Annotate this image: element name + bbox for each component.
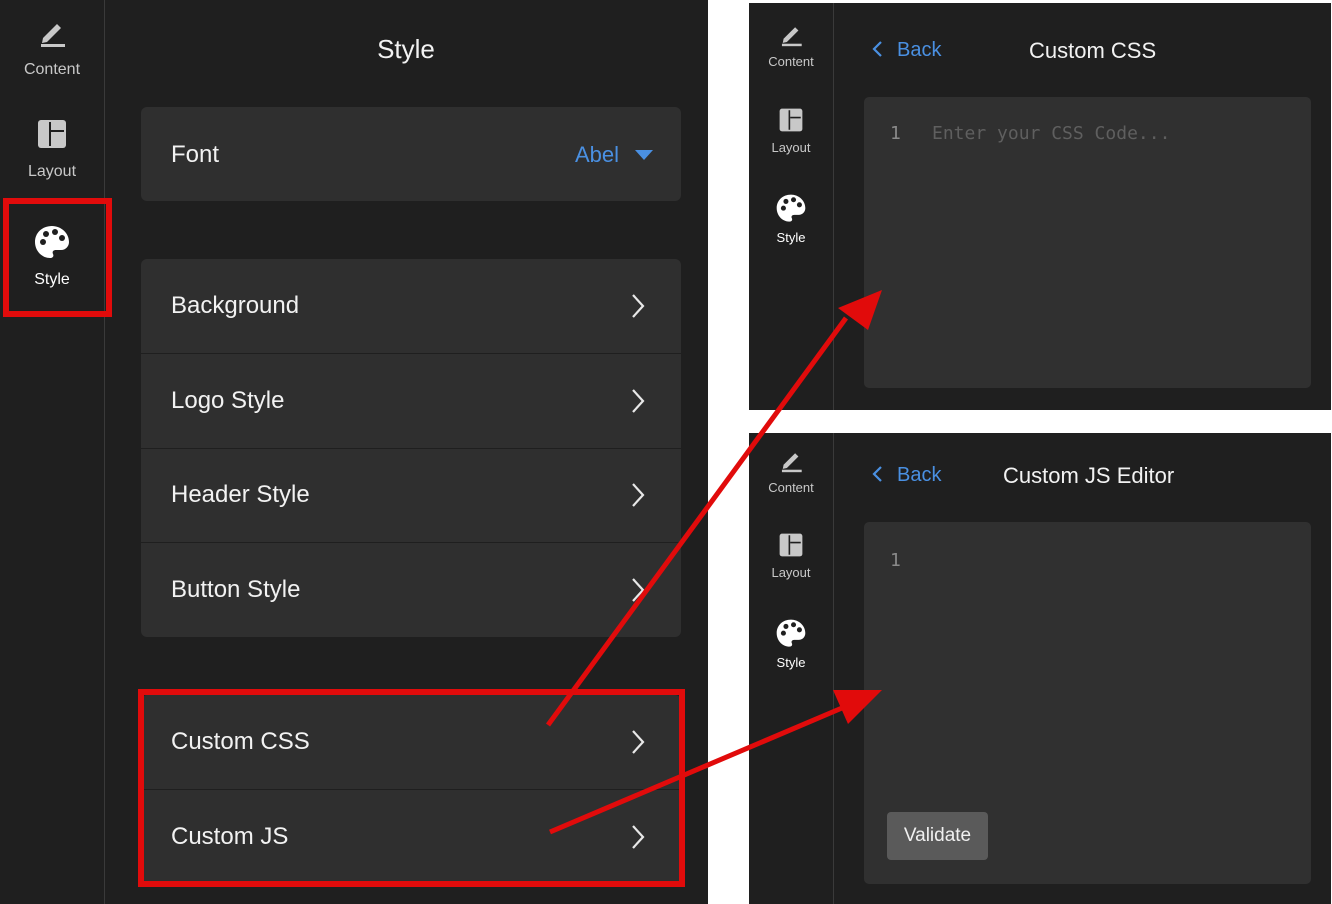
rail-style-label: Style [776,655,806,670]
layout-icon [779,533,803,557]
list-item-header-style[interactable]: Header Style [141,448,681,543]
css-code-editor[interactable]: 1 Enter your CSS Code... [864,97,1311,388]
line-number: 1 [890,550,901,571]
chevron-left-icon [872,41,882,57]
back-label: Back [897,39,942,61]
font-setting-card[interactable]: Font Abel [141,107,681,201]
pencil-icon [781,27,802,47]
chevron-right-icon [632,294,645,318]
font-value[interactable]: Abel [575,142,619,168]
chevron-left-icon [872,466,882,482]
page-title: Custom JS Editor [1003,463,1175,488]
style-rail-highlight [3,198,112,317]
back-button[interactable]: Back [871,464,941,487]
chevron-right-icon [632,578,645,602]
rail-style-label: Style [776,230,806,245]
font-label: Font [171,141,220,168]
caret-down-icon [635,150,653,160]
pencil-icon [781,453,802,473]
rail-item-content[interactable]: Content [749,19,833,69]
custom-code-highlight [138,689,685,887]
js-code-editor[interactable]: 1 Validate [864,522,1311,884]
chevron-right-icon [632,389,645,413]
list-item-logo-style[interactable]: Logo Style [141,354,681,449]
rail-item-style[interactable]: Style [749,618,833,670]
palette-icon [776,194,806,222]
side-rail: Content Layout Style [749,433,834,904]
page-title: Custom CSS [1029,38,1157,63]
validate-button[interactable]: Validate [887,812,988,860]
rail-item-style[interactable]: Style [749,193,833,245]
list-item-button-style[interactable]: Button Style [141,543,681,637]
rail-item-layout[interactable]: Layout [749,532,833,580]
rail-content-label: Content [768,54,814,69]
css-placeholder: Enter your CSS Code... [932,123,1171,144]
rail-layout-label: Layout [27,163,77,180]
rail-layout-label: Layout [771,565,811,580]
rail-content-label: Content [23,61,81,78]
list-item-background[interactable]: Background [141,259,681,354]
rail-content-label: Content [768,480,814,495]
list-item-label: Background [171,292,300,319]
page-title: Style [377,34,435,64]
list-item-label: Header Style [171,481,310,508]
custom-js-panel: Content Layout Style Back Custom JS Edit… [749,433,1331,904]
line-number: 1 [890,123,901,144]
rail-item-layout[interactable]: Layout [0,118,104,181]
layout-icon [38,120,66,148]
rail-item-content[interactable]: Content [749,445,833,495]
style-items-card: Background Logo Style Header Style Butto… [141,259,681,637]
rail-item-content[interactable]: Content [0,14,104,79]
pencil-icon [41,24,65,47]
layout-icon [779,108,803,132]
side-rail: Content Layout Style [749,3,834,410]
side-rail: Content Layout Style [0,0,105,904]
rail-item-layout[interactable]: Layout [749,107,833,155]
chevron-right-icon [632,483,645,507]
custom-css-panel: Content Layout Style Back Custom CSS 1 E… [749,3,1331,410]
back-button[interactable]: Back [871,39,941,62]
rail-layout-label: Layout [771,140,811,155]
back-label: Back [897,464,942,486]
list-item-label: Button Style [171,576,301,603]
palette-icon [776,619,806,647]
list-item-label: Logo Style [171,387,285,414]
